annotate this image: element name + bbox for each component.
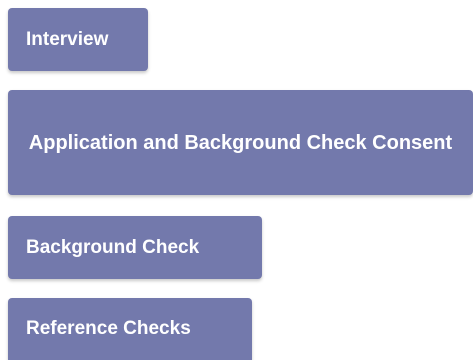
background-check-step-button[interactable]: Background Check — [8, 216, 262, 279]
reference-checks-step-button[interactable]: Reference Checks — [8, 298, 252, 360]
background-check-step-label: Background Check — [26, 236, 200, 258]
reference-checks-step-label: Reference Checks — [26, 318, 191, 339]
interview-step-label: Interview — [26, 28, 109, 50]
interview-step-button[interactable]: Interview — [8, 8, 148, 71]
application-and-background-check-consent-step-button[interactable]: Application and Background Check Consent — [8, 90, 473, 195]
application-and-background-check-consent-step-label: Application and Background Check Consent — [28, 131, 453, 154]
